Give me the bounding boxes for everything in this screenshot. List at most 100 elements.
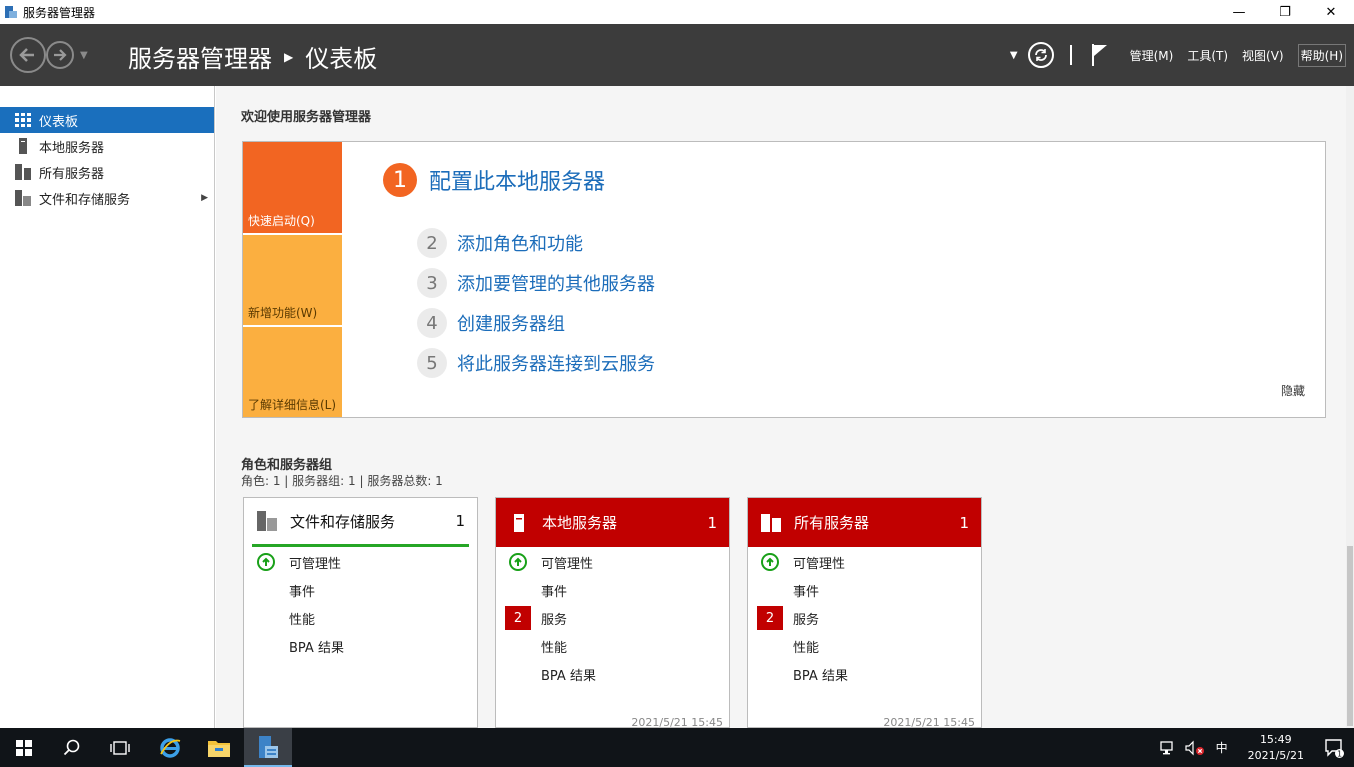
title-bar: 服务器管理器 — ❐ ✕	[0, 0, 1354, 24]
internet-explorer-icon	[160, 737, 181, 758]
row-label: 事件	[289, 584, 316, 600]
hide-button[interactable]: 隐藏	[1281, 382, 1305, 399]
role-card-all-servers[interactable]: 所有服务器 1 可管理性 事件 2 服务 性能 BPA 结果 2021/5/21…	[747, 497, 982, 729]
start-button[interactable]	[0, 728, 48, 767]
sidebar-item-label: 仪表板	[39, 114, 79, 130]
ok-up-arrow-icon	[761, 553, 779, 571]
step-add-roles[interactable]: 2 添加角色和功能	[417, 228, 583, 258]
file-storage-icon	[15, 190, 31, 206]
menu-manage[interactable]: 管理(M)	[1130, 47, 1174, 64]
search-button[interactable]	[48, 728, 96, 767]
card-row-events[interactable]: 事件	[244, 578, 477, 602]
menu-tools[interactable]: 工具(T)	[1187, 47, 1228, 64]
alert-count-badge: 2	[505, 606, 531, 630]
task-view-button[interactable]	[96, 728, 144, 767]
step-link[interactable]: 创建服务器组	[457, 310, 565, 336]
row-label: 服务	[793, 612, 820, 628]
maximize-button[interactable]: ❐	[1262, 0, 1308, 24]
card-row-manageability[interactable]: 可管理性	[244, 550, 477, 574]
back-button[interactable]	[10, 37, 46, 73]
step-link[interactable]: 添加要管理的其他服务器	[457, 270, 655, 296]
role-card-local-server[interactable]: 本地服务器 1 可管理性 事件 2 服务 性能 BPA 结果 2021/5/21…	[495, 497, 730, 729]
folder-icon	[208, 740, 230, 757]
card-row-manageability[interactable]: 可管理性	[748, 550, 981, 574]
breadcrumb-current: 仪表板	[305, 45, 378, 73]
card-row-performance[interactable]: 性能	[748, 634, 981, 658]
sidebar-item-local-server[interactable]: 本地服务器	[0, 133, 214, 159]
card-title: 本地服务器	[542, 514, 618, 532]
step-link[interactable]: 配置此本地服务器	[429, 164, 605, 196]
forward-button[interactable]	[46, 41, 74, 69]
sidebar-item-label: 本地服务器	[39, 140, 105, 156]
vertical-scrollbar[interactable]	[1346, 86, 1354, 728]
row-label: 性能	[793, 640, 820, 656]
breadcrumb-root[interactable]: 服务器管理器	[128, 39, 272, 74]
card-row-services[interactable]: 2 服务	[496, 606, 729, 630]
welcome-title: 欢迎使用服务器管理器	[241, 110, 372, 125]
step-create-group[interactable]: 4 创建服务器组	[417, 308, 565, 338]
network-icon[interactable]	[1159, 740, 1178, 756]
taskbar: 中 15:49 2021/5/21 1	[0, 728, 1354, 767]
card-header[interactable]: 所有服务器 1	[748, 498, 981, 547]
step-link[interactable]: 将此服务器连接到云服务	[457, 350, 655, 376]
expand-arrow-icon[interactable]: ▶	[201, 193, 208, 203]
card-row-bpa[interactable]: BPA 结果	[748, 662, 981, 686]
minimize-button[interactable]: —	[1216, 0, 1262, 24]
card-row-events[interactable]: 事件	[496, 578, 729, 602]
server-icon	[15, 138, 31, 154]
row-label: 性能	[289, 612, 316, 628]
task-view-icon	[110, 740, 130, 755]
ime-indicator[interactable]: 中	[1216, 739, 1228, 756]
card-row-manageability[interactable]: 可管理性	[496, 550, 729, 574]
search-icon	[63, 739, 80, 755]
notification-flag-icon[interactable]	[1090, 43, 1108, 67]
step-configure-local-server[interactable]: 1 配置此本地服务器	[383, 163, 605, 197]
card-row-services[interactable]: 2 服务	[748, 606, 981, 630]
card-row-bpa[interactable]: BPA 结果	[244, 634, 477, 658]
card-title: 文件和存储服务	[290, 512, 396, 531]
close-button[interactable]: ✕	[1308, 0, 1354, 24]
refresh-button[interactable]	[1027, 42, 1054, 68]
internet-explorer-button[interactable]	[146, 728, 194, 767]
menu-help[interactable]: 帮助(H)	[1297, 43, 1346, 67]
card-row-events[interactable]: 事件	[748, 578, 981, 602]
servers-icon	[760, 512, 782, 534]
history-dropdown-icon[interactable]: ▼	[80, 50, 88, 61]
row-label: 性能	[541, 640, 568, 656]
card-count: 1	[707, 513, 717, 532]
step-connect-cloud[interactable]: 5 将此服务器连接到云服务	[417, 348, 655, 378]
step-number: 1	[383, 163, 417, 197]
step-link[interactable]: 添加角色和功能	[457, 230, 583, 256]
dropdown-icon[interactable]: ▼	[1010, 50, 1018, 61]
role-card-file-storage[interactable]: 文件和存储服务 1 可管理性 事件 性能 BPA 结果	[243, 497, 478, 728]
card-row-bpa[interactable]: BPA 结果	[496, 662, 729, 686]
action-center-button[interactable]: 1	[1314, 728, 1354, 767]
card-count: 1	[959, 513, 969, 532]
tile-whats-new[interactable]: 新增功能(W)	[243, 235, 342, 325]
file-explorer-button[interactable]	[195, 728, 243, 767]
server-manager-taskbar-button[interactable]	[244, 728, 292, 767]
sidebar-item-file-storage[interactable]: 文件和存储服务 ▶	[0, 185, 214, 211]
card-row-performance[interactable]: 性能	[244, 606, 477, 630]
row-label: 可管理性	[541, 556, 594, 572]
volume-muted-icon[interactable]	[1184, 740, 1206, 756]
clock[interactable]: 15:49 2021/5/21	[1248, 732, 1304, 764]
sidebar-item-dashboard[interactable]: 仪表板	[0, 107, 214, 133]
servers-icon	[15, 164, 31, 180]
scrollbar-thumb[interactable]	[1347, 546, 1353, 726]
server-icon	[508, 512, 530, 534]
notification-count: 1	[1337, 749, 1342, 758]
ok-up-arrow-icon	[509, 553, 527, 571]
menu-view[interactable]: 视图(V)	[1242, 47, 1284, 64]
file-storage-icon	[256, 510, 278, 532]
card-header[interactable]: 文件和存储服务 1	[252, 498, 469, 547]
clock-time: 15:49	[1259, 732, 1292, 746]
row-label: 可管理性	[289, 556, 342, 572]
row-label: BPA 结果	[289, 640, 344, 656]
tile-quick-start[interactable]: 快速启动(Q)	[243, 142, 342, 233]
card-row-performance[interactable]: 性能	[496, 634, 729, 658]
card-header[interactable]: 本地服务器 1	[496, 498, 729, 547]
step-add-servers[interactable]: 3 添加要管理的其他服务器	[417, 268, 655, 298]
tile-learn-more[interactable]: 了解详细信息(L)	[243, 327, 342, 417]
sidebar-item-all-servers[interactable]: 所有服务器	[0, 159, 214, 185]
